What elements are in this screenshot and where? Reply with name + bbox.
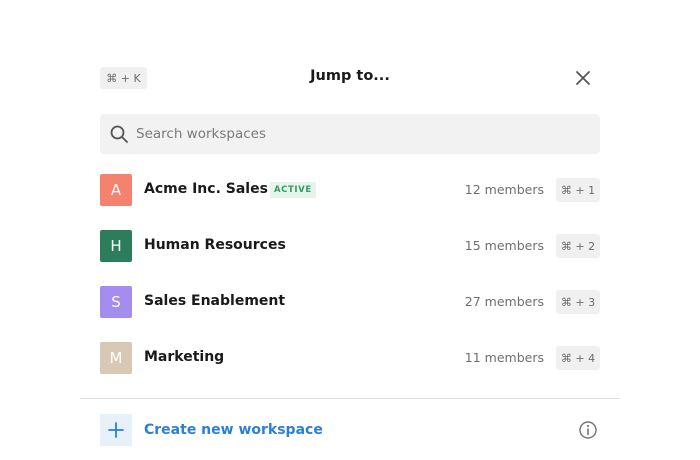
- workspace-name: Acme Inc. Sales: [144, 181, 268, 197]
- workspace-item-sales-enablement[interactable]: S Sales Enablement 27 members ⌘ + 3: [100, 286, 600, 318]
- workspace-shortcut: ⌘ + 1: [556, 178, 600, 202]
- workspace-shortcut: ⌘ + 4: [556, 346, 600, 370]
- workspace-list: A Acme Inc. Sales ACTIVE 12 members ⌘ + …: [100, 174, 600, 398]
- workspace-avatar: A: [100, 174, 132, 206]
- footer-divider: [80, 398, 620, 399]
- search-icon: [110, 125, 128, 143]
- info-icon: [579, 421, 597, 439]
- member-count: 27 members: [464, 294, 544, 309]
- workspace-avatar: H: [100, 230, 132, 262]
- plus-icon: [108, 422, 124, 438]
- modal-footer: Create new workspace: [100, 414, 600, 446]
- workspace-avatar: M: [100, 342, 132, 374]
- member-count: 11 members: [464, 350, 544, 365]
- member-count: 12 members: [464, 182, 544, 197]
- search-input[interactable]: [136, 114, 586, 154]
- member-count: 15 members: [464, 238, 544, 253]
- workspace-name: Sales Enablement: [144, 293, 286, 309]
- workspace-item-human-resources[interactable]: H Human Resources 15 members ⌘ + 2: [100, 230, 600, 262]
- create-workspace-label: Create new workspace: [144, 422, 323, 438]
- create-workspace-button[interactable]: Create new workspace: [100, 414, 323, 446]
- jump-to-modal: ⌘ + K Jump to... A Acme Inc. Sales ACTIV…: [80, 40, 620, 460]
- close-icon: [576, 71, 590, 85]
- workspace-shortcut: ⌘ + 3: [556, 290, 600, 314]
- workspace-name: Human Resources: [144, 237, 286, 253]
- modal-title: Jump to...: [310, 68, 390, 84]
- open-shortcut-hint: ⌘ + K: [100, 67, 147, 89]
- active-badge: ACTIVE: [270, 182, 316, 198]
- workspace-item-acme-inc-sales[interactable]: A Acme Inc. Sales ACTIVE 12 members ⌘ + …: [100, 174, 600, 206]
- close-button[interactable]: [572, 67, 594, 89]
- workspace-item-marketing[interactable]: M Marketing 11 members ⌘ + 4: [100, 342, 600, 374]
- workspace-name: Marketing: [144, 349, 225, 365]
- workspace-shortcut: ⌘ + 2: [556, 234, 600, 258]
- plus-icon-box: [100, 414, 132, 446]
- search-box: [100, 114, 600, 154]
- modal-header: ⌘ + K Jump to...: [100, 67, 600, 89]
- info-button[interactable]: [578, 420, 598, 440]
- workspace-avatar: S: [100, 286, 132, 318]
